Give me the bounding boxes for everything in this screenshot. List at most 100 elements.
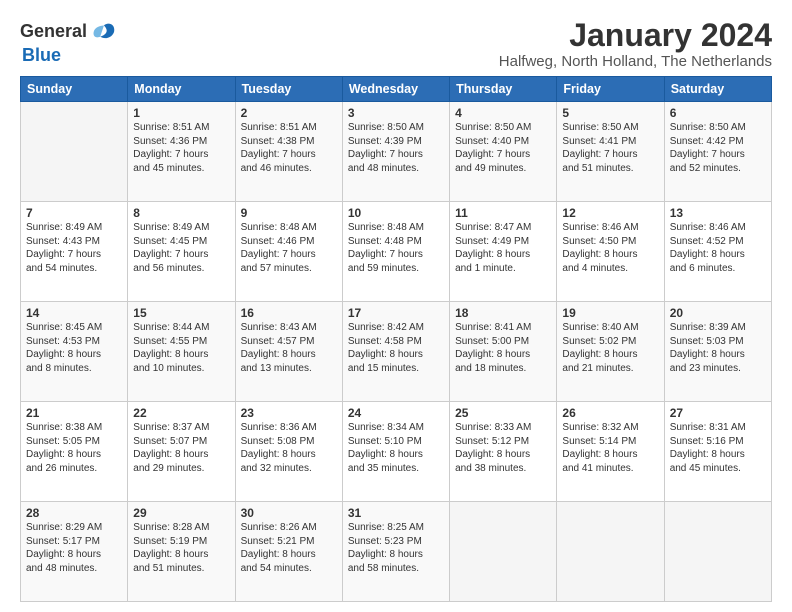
calendar-cell: 11Sunrise: 8:47 AM Sunset: 4:49 PM Dayli… (450, 202, 557, 302)
day-info: Sunrise: 8:47 AM Sunset: 4:49 PM Dayligh… (455, 221, 551, 275)
calendar-cell: 30Sunrise: 8:26 AM Sunset: 5:21 PM Dayli… (235, 502, 342, 602)
day-number: 13 (670, 206, 766, 220)
day-number: 18 (455, 306, 551, 320)
calendar-week-row: 7Sunrise: 8:49 AM Sunset: 4:43 PM Daylig… (21, 202, 772, 302)
day-info: Sunrise: 8:37 AM Sunset: 5:07 PM Dayligh… (133, 421, 229, 475)
title-block: January 2024 Halfweg, North Holland, The… (499, 18, 772, 70)
calendar-cell: 16Sunrise: 8:43 AM Sunset: 4:57 PM Dayli… (235, 302, 342, 402)
calendar-header-friday: Friday (557, 77, 664, 102)
calendar-cell: 17Sunrise: 8:42 AM Sunset: 4:58 PM Dayli… (342, 302, 449, 402)
day-number: 29 (133, 506, 229, 520)
day-info: Sunrise: 8:49 AM Sunset: 4:43 PM Dayligh… (26, 221, 122, 275)
calendar-cell (664, 502, 771, 602)
day-info: Sunrise: 8:26 AM Sunset: 5:21 PM Dayligh… (241, 521, 337, 575)
calendar-header-tuesday: Tuesday (235, 77, 342, 102)
day-info: Sunrise: 8:31 AM Sunset: 5:16 PM Dayligh… (670, 421, 766, 475)
calendar-header-sunday: Sunday (21, 77, 128, 102)
day-info: Sunrise: 8:28 AM Sunset: 5:19 PM Dayligh… (133, 521, 229, 575)
calendar-cell: 7Sunrise: 8:49 AM Sunset: 4:43 PM Daylig… (21, 202, 128, 302)
day-number: 17 (348, 306, 444, 320)
calendar-header-monday: Monday (128, 77, 235, 102)
day-number: 10 (348, 206, 444, 220)
calendar-cell: 31Sunrise: 8:25 AM Sunset: 5:23 PM Dayli… (342, 502, 449, 602)
calendar-cell: 13Sunrise: 8:46 AM Sunset: 4:52 PM Dayli… (664, 202, 771, 302)
logo: General Blue (20, 18, 117, 66)
calendar-cell: 4Sunrise: 8:50 AM Sunset: 4:40 PM Daylig… (450, 102, 557, 202)
day-number: 12 (562, 206, 658, 220)
calendar-cell: 1Sunrise: 8:51 AM Sunset: 4:36 PM Daylig… (128, 102, 235, 202)
calendar-cell: 28Sunrise: 8:29 AM Sunset: 5:17 PM Dayli… (21, 502, 128, 602)
day-number: 6 (670, 106, 766, 120)
calendar-cell: 9Sunrise: 8:48 AM Sunset: 4:46 PM Daylig… (235, 202, 342, 302)
day-number: 8 (133, 206, 229, 220)
calendar-cell: 26Sunrise: 8:32 AM Sunset: 5:14 PM Dayli… (557, 402, 664, 502)
location-title: Halfweg, North Holland, The Netherlands (499, 53, 772, 70)
month-title: January 2024 (499, 18, 772, 53)
day-number: 28 (26, 506, 122, 520)
calendar-cell (557, 502, 664, 602)
calendar-cell: 5Sunrise: 8:50 AM Sunset: 4:41 PM Daylig… (557, 102, 664, 202)
day-number: 11 (455, 206, 551, 220)
day-info: Sunrise: 8:43 AM Sunset: 4:57 PM Dayligh… (241, 321, 337, 375)
day-number: 9 (241, 206, 337, 220)
day-info: Sunrise: 8:51 AM Sunset: 4:36 PM Dayligh… (133, 121, 229, 175)
logo-blue-text: Blue (22, 46, 61, 66)
day-number: 26 (562, 406, 658, 420)
calendar-cell: 2Sunrise: 8:51 AM Sunset: 4:38 PM Daylig… (235, 102, 342, 202)
day-info: Sunrise: 8:48 AM Sunset: 4:48 PM Dayligh… (348, 221, 444, 275)
day-number: 4 (455, 106, 551, 120)
day-number: 30 (241, 506, 337, 520)
calendar-header-wednesday: Wednesday (342, 77, 449, 102)
calendar-table: SundayMondayTuesdayWednesdayThursdayFrid… (20, 76, 772, 602)
day-info: Sunrise: 8:50 AM Sunset: 4:41 PM Dayligh… (562, 121, 658, 175)
calendar-cell: 6Sunrise: 8:50 AM Sunset: 4:42 PM Daylig… (664, 102, 771, 202)
day-info: Sunrise: 8:39 AM Sunset: 5:03 PM Dayligh… (670, 321, 766, 375)
day-number: 2 (241, 106, 337, 120)
day-info: Sunrise: 8:46 AM Sunset: 4:52 PM Dayligh… (670, 221, 766, 275)
day-number: 20 (670, 306, 766, 320)
day-info: Sunrise: 8:41 AM Sunset: 5:00 PM Dayligh… (455, 321, 551, 375)
calendar-header-thursday: Thursday (450, 77, 557, 102)
day-info: Sunrise: 8:40 AM Sunset: 5:02 PM Dayligh… (562, 321, 658, 375)
calendar-week-row: 14Sunrise: 8:45 AM Sunset: 4:53 PM Dayli… (21, 302, 772, 402)
calendar-cell (21, 102, 128, 202)
calendar-cell: 12Sunrise: 8:46 AM Sunset: 4:50 PM Dayli… (557, 202, 664, 302)
day-number: 3 (348, 106, 444, 120)
calendar-week-row: 21Sunrise: 8:38 AM Sunset: 5:05 PM Dayli… (21, 402, 772, 502)
day-number: 7 (26, 206, 122, 220)
calendar-cell (450, 502, 557, 602)
calendar-week-row: 1Sunrise: 8:51 AM Sunset: 4:36 PM Daylig… (21, 102, 772, 202)
calendar-cell: 23Sunrise: 8:36 AM Sunset: 5:08 PM Dayli… (235, 402, 342, 502)
logo-icon (89, 18, 117, 46)
calendar-cell: 19Sunrise: 8:40 AM Sunset: 5:02 PM Dayli… (557, 302, 664, 402)
day-info: Sunrise: 8:33 AM Sunset: 5:12 PM Dayligh… (455, 421, 551, 475)
day-number: 16 (241, 306, 337, 320)
day-number: 25 (455, 406, 551, 420)
calendar-cell: 14Sunrise: 8:45 AM Sunset: 4:53 PM Dayli… (21, 302, 128, 402)
calendar-cell: 21Sunrise: 8:38 AM Sunset: 5:05 PM Dayli… (21, 402, 128, 502)
day-info: Sunrise: 8:44 AM Sunset: 4:55 PM Dayligh… (133, 321, 229, 375)
calendar-cell: 22Sunrise: 8:37 AM Sunset: 5:07 PM Dayli… (128, 402, 235, 502)
day-number: 23 (241, 406, 337, 420)
day-number: 19 (562, 306, 658, 320)
day-info: Sunrise: 8:36 AM Sunset: 5:08 PM Dayligh… (241, 421, 337, 475)
day-number: 24 (348, 406, 444, 420)
day-number: 31 (348, 506, 444, 520)
day-info: Sunrise: 8:38 AM Sunset: 5:05 PM Dayligh… (26, 421, 122, 475)
day-number: 15 (133, 306, 229, 320)
day-info: Sunrise: 8:32 AM Sunset: 5:14 PM Dayligh… (562, 421, 658, 475)
day-number: 22 (133, 406, 229, 420)
calendar-cell: 10Sunrise: 8:48 AM Sunset: 4:48 PM Dayli… (342, 202, 449, 302)
calendar-cell: 18Sunrise: 8:41 AM Sunset: 5:00 PM Dayli… (450, 302, 557, 402)
day-info: Sunrise: 8:29 AM Sunset: 5:17 PM Dayligh… (26, 521, 122, 575)
calendar-cell: 25Sunrise: 8:33 AM Sunset: 5:12 PM Dayli… (450, 402, 557, 502)
calendar-week-row: 28Sunrise: 8:29 AM Sunset: 5:17 PM Dayli… (21, 502, 772, 602)
page: General Blue January 2024 Halfweg, North… (0, 0, 792, 612)
header: General Blue January 2024 Halfweg, North… (20, 18, 772, 70)
day-info: Sunrise: 8:42 AM Sunset: 4:58 PM Dayligh… (348, 321, 444, 375)
calendar-cell: 29Sunrise: 8:28 AM Sunset: 5:19 PM Dayli… (128, 502, 235, 602)
calendar-cell: 8Sunrise: 8:49 AM Sunset: 4:45 PM Daylig… (128, 202, 235, 302)
day-number: 1 (133, 106, 229, 120)
calendar-cell: 3Sunrise: 8:50 AM Sunset: 4:39 PM Daylig… (342, 102, 449, 202)
calendar-cell: 15Sunrise: 8:44 AM Sunset: 4:55 PM Dayli… (128, 302, 235, 402)
